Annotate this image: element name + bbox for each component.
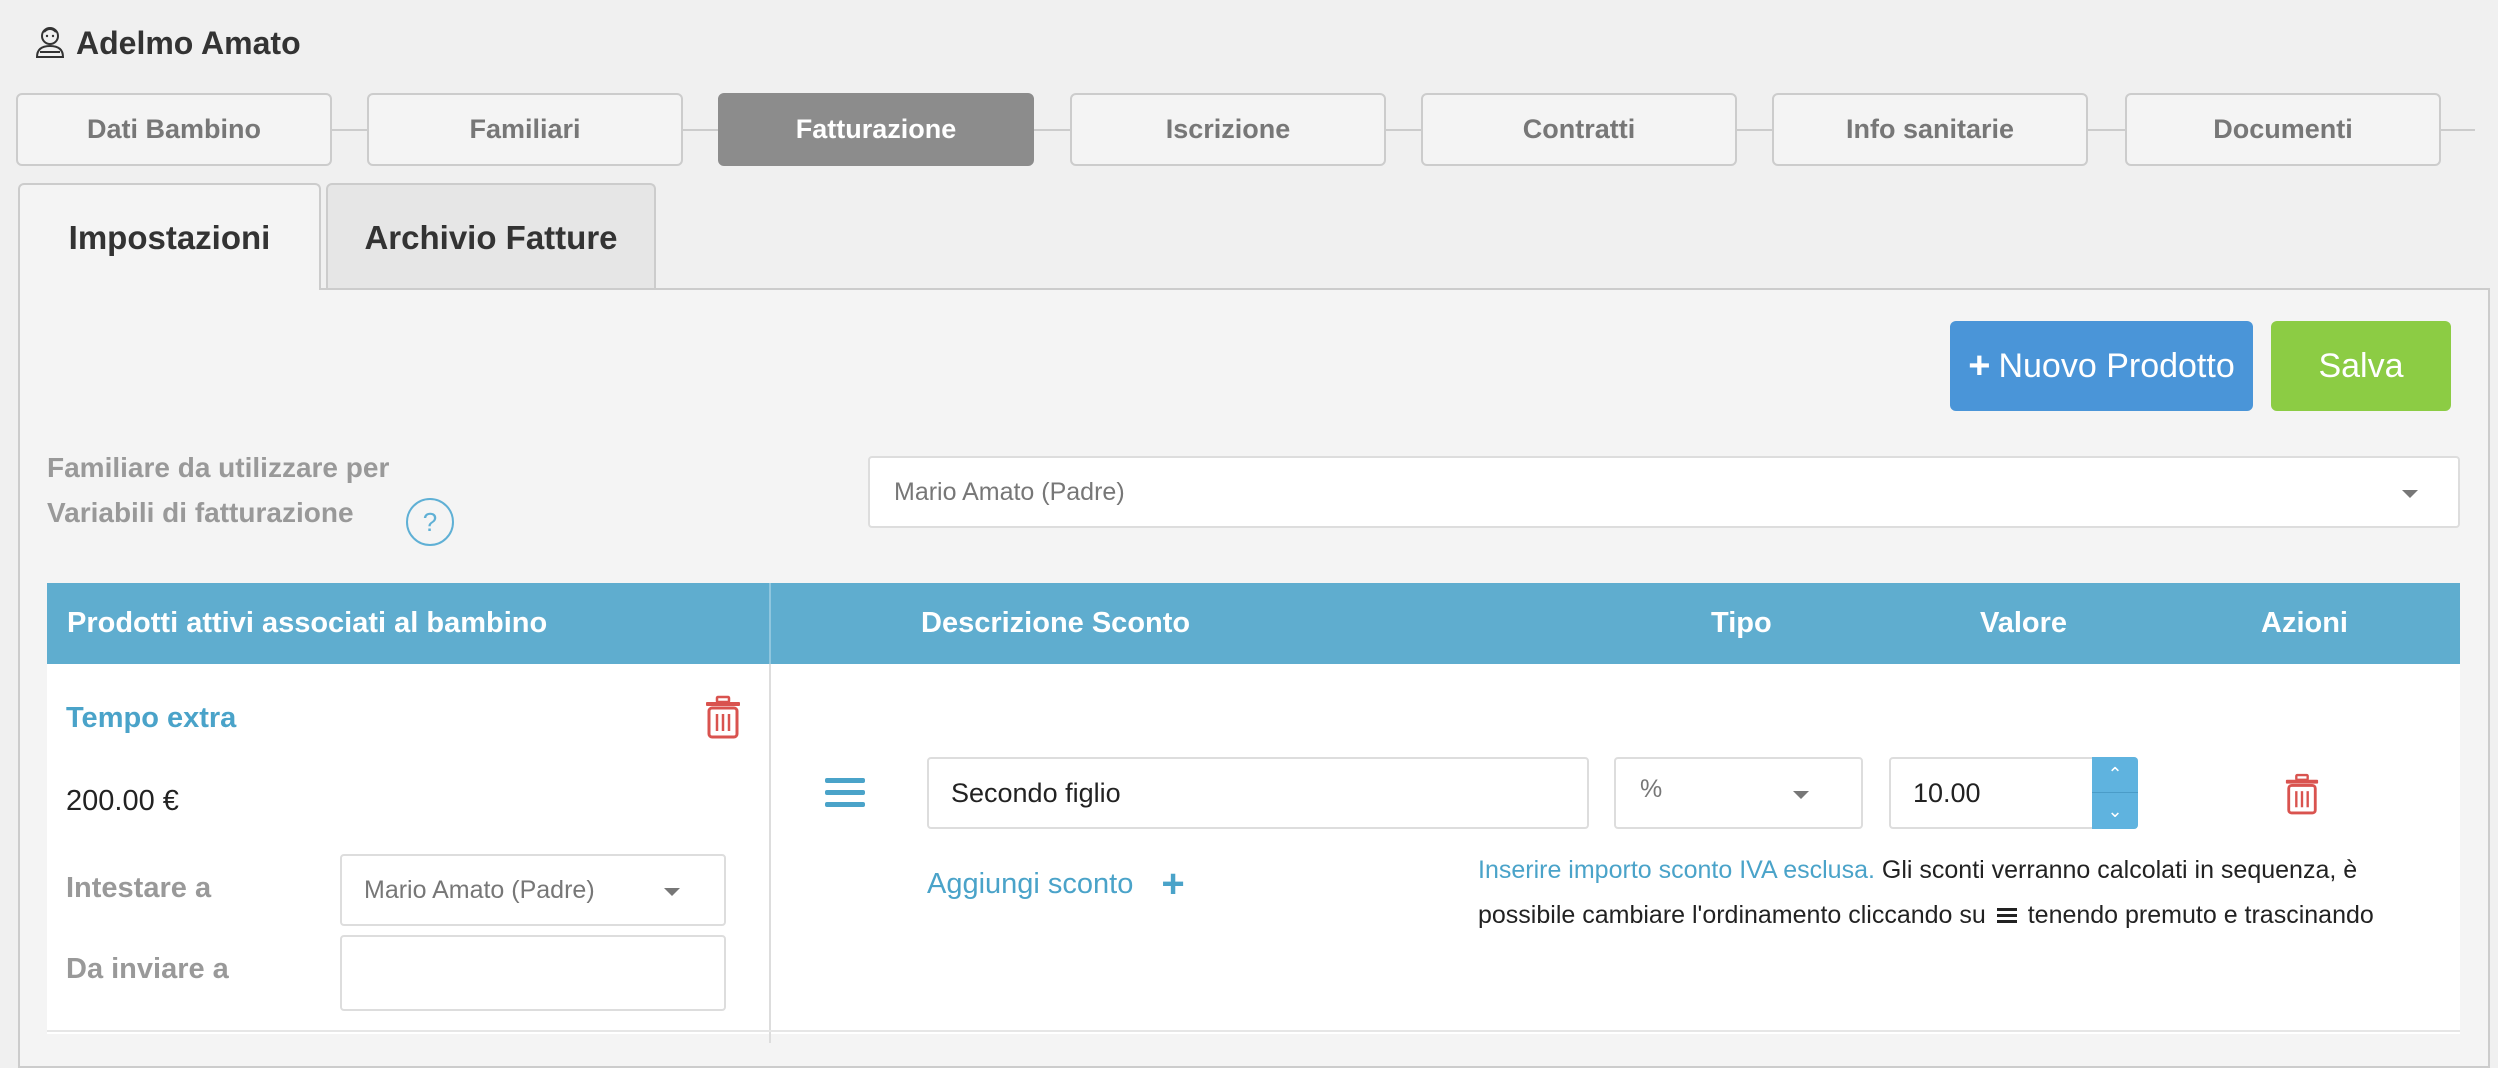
billing-family-value: Mario Amato (Padre)	[894, 477, 1125, 506]
bill-to-select[interactable]: Mario Amato (Padre)	[340, 854, 726, 926]
step-documenti[interactable]: Documenti	[2125, 93, 2441, 166]
save-button[interactable]: Salva	[2271, 321, 2451, 411]
billing-family-label-line2: Variabili di fatturazione	[47, 497, 354, 528]
caret-down-icon	[1793, 791, 1809, 799]
drag-handle-icon[interactable]	[825, 778, 865, 812]
product-name-link[interactable]: Tempo extra	[66, 702, 236, 735]
step-contratti[interactable]: Contratti	[1421, 93, 1737, 166]
caret-down-icon	[2402, 490, 2418, 498]
header-divider	[769, 583, 771, 664]
step-familiari[interactable]: Familiari	[367, 93, 683, 166]
info-text-1: Gli sconti verranno calcolati in sequenz…	[1881, 856, 2358, 884]
billing-family-select[interactable]: Mario Amato (Padre)	[868, 456, 2460, 528]
stepper-up-icon[interactable]: ⌃	[2092, 757, 2138, 793]
header-actions: Azioni	[2261, 607, 2348, 639]
discount-info-text: Inserire importo sconto IVA esclusa. Gli…	[1478, 848, 2428, 938]
header-type: Tipo	[1711, 607, 1772, 639]
header-discount-description: Descrizione Sconto	[921, 607, 1191, 639]
add-discount-link[interactable]: Aggiungi sconto +	[927, 862, 1185, 907]
child-header: Adelmo Amato	[32, 18, 301, 68]
billing-family-label-line1: Familiare da utilizzare per	[47, 452, 390, 483]
step-iscrizione[interactable]: Iscrizione	[1070, 93, 1386, 166]
row-divider	[47, 1030, 2460, 1032]
drag-handle-icon	[1996, 908, 2017, 924]
send-to-label: Da inviare a	[66, 953, 229, 985]
delete-discount-trash-icon[interactable]	[2284, 773, 2320, 815]
new-product-button[interactable]: + Nuovo Prodotto	[1950, 321, 2253, 411]
tab-impostazioni[interactable]: Impostazioni	[18, 183, 321, 290]
plus-icon: +	[1161, 862, 1185, 906]
discount-type-select[interactable]: %	[1614, 757, 1863, 829]
step-dati-bambino[interactable]: Dati Bambino	[16, 93, 332, 166]
header-products: Prodotti attivi associati al bambino	[67, 607, 548, 639]
info-text-2: possibile cambiare l'ordinamento cliccan…	[1478, 901, 1986, 929]
step-info-sanitarie[interactable]: Info sanitarie	[1772, 93, 2088, 166]
child-face-icon	[35, 27, 65, 58]
plus-icon: +	[1968, 344, 1991, 387]
caret-down-icon	[664, 888, 680, 896]
delete-product-trash-icon[interactable]	[704, 695, 742, 739]
help-icon[interactable]: ?	[406, 498, 454, 546]
send-to-input[interactable]	[340, 935, 726, 1011]
bill-to-label: Intestare a	[66, 872, 212, 904]
bill-to-value: Mario Amato (Padre)	[364, 875, 595, 904]
discount-description-input[interactable]: Secondo figlio	[927, 757, 1589, 829]
tab-archivio-fatture[interactable]: Archivio Fatture	[326, 183, 656, 290]
header-value: Valore	[1980, 607, 2068, 639]
value-stepper[interactable]: ⌃ ⌄	[2092, 757, 2138, 829]
add-discount-label: Aggiungi sconto	[927, 868, 1134, 900]
stepper-down-icon[interactable]: ⌄	[2092, 793, 2138, 829]
child-name: Adelmo Amato	[76, 24, 301, 61]
billing-family-label: Familiare da utilizzare per Variabili di…	[47, 445, 407, 535]
info-note: Inserire importo sconto IVA esclusa.	[1478, 856, 1875, 884]
discount-type-value: %	[1640, 775, 1663, 803]
info-text-3: tenendo premuto e trascinando	[2027, 901, 2374, 929]
product-price: 200.00 €	[66, 785, 179, 817]
step-fatturazione[interactable]: Fatturazione	[718, 93, 1034, 166]
new-product-label: Nuovo Prodotto	[1998, 346, 2235, 385]
